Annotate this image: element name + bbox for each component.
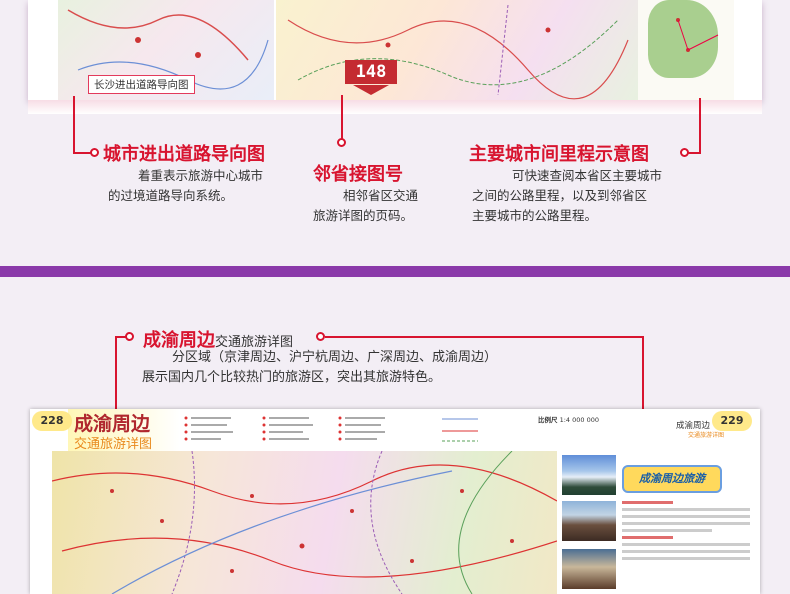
callout-line	[699, 98, 701, 154]
chengyu-map-preview: 228 成渝周边 交通旅游详图 比例尺 1:4 000 000 成渝周边 交通旅…	[30, 409, 760, 594]
section-desc: 分区域（京津周边、沪宁杭周边、广深周边、成渝周边） 展示国内几个比较热门的旅游区…	[142, 348, 562, 388]
map-subtitle: 交通旅游详图	[74, 437, 153, 452]
text-line	[622, 550, 750, 553]
text-line	[622, 543, 750, 546]
desc-line: 主要城市的公路里程。	[472, 208, 598, 223]
desc-line: 的过境道路导向系统。	[108, 188, 234, 203]
callout-title-mileage: 主要城市间里程示意图	[469, 144, 649, 165]
callout-line	[115, 336, 117, 412]
map-title: 成渝周边	[74, 413, 151, 435]
callout-desc-city-road: 着重表示旅游中心城市 的过境道路导向系统。	[108, 166, 308, 206]
text-line	[622, 557, 750, 560]
map-shadow-band	[28, 100, 762, 114]
page-number-right: 229	[712, 411, 752, 431]
map-scale: 比例尺 1:4 000 000	[538, 414, 599, 424]
text-line	[622, 508, 750, 511]
desc-line: 展示国内几个比较热门的旅游区，突出其旅游特色。	[142, 370, 442, 385]
inset-map-label: 长沙进出道路导向图	[88, 75, 195, 94]
callout-dot	[125, 332, 134, 341]
callout-line	[687, 152, 701, 154]
text-line	[622, 515, 750, 518]
travel-banner: 成渝周边旅游	[622, 465, 722, 493]
photo-pagoda	[562, 501, 616, 541]
text-line	[622, 522, 750, 525]
desc-line: 旅游详图的页码。	[313, 208, 414, 223]
adjacent-page-number: 148	[345, 60, 397, 84]
callout-dot	[90, 148, 99, 157]
desc-line: 分区域（京津周边、沪宁杭周边、广深周边、成渝周边）	[172, 350, 498, 365]
callout-desc-page-number: 相邻省区交通 旅游详图的页码。	[313, 186, 453, 226]
map-roads	[51, 450, 558, 594]
map-legend	[184, 416, 478, 442]
callout-line	[341, 95, 343, 140]
callout-dot	[337, 138, 346, 147]
callout-dot	[680, 148, 689, 157]
callout-dot	[316, 332, 325, 341]
sidebar-text-lines	[622, 501, 750, 564]
page-number-arrow	[353, 85, 389, 95]
photo-architecture	[562, 549, 616, 589]
callout-line	[642, 336, 644, 416]
callout-desc-mileage: 可快速查阅本省区主要城市 之间的公路里程，以及到邻省区 主要城市的公路里程。	[472, 166, 692, 226]
page-number-left: 228	[32, 411, 72, 431]
text-line	[622, 529, 712, 532]
section-divider	[0, 266, 790, 277]
right-page-subtitle: 交通旅游详图	[688, 432, 725, 439]
desc-line: 之间的公路里程，以及到邻省区	[472, 188, 648, 203]
callout-title-page-number: 邻省接图号	[313, 164, 403, 185]
scale-label: 比例尺	[538, 416, 558, 424]
text-line	[622, 501, 674, 504]
desc-line: 可快速查阅本省区主要城市	[512, 168, 663, 183]
callout-title-city-road: 城市进出道路导向图	[103, 144, 265, 165]
photo-mountain	[562, 455, 616, 495]
callout-line	[325, 336, 643, 338]
scale-value: 1:4 000 000	[559, 416, 599, 424]
callout-line	[73, 96, 75, 154]
top-map-preview: 长沙进出道路导向图 148	[28, 0, 762, 100]
desc-line: 相邻省区交通	[343, 188, 419, 203]
text-line	[622, 536, 674, 539]
map-field	[51, 450, 558, 594]
desc-line: 着重表示旅游中心城市	[138, 168, 264, 183]
map-header: 228 成渝周边 交通旅游详图 比例尺 1:4 000 000 成渝周边 交通旅…	[30, 409, 760, 452]
